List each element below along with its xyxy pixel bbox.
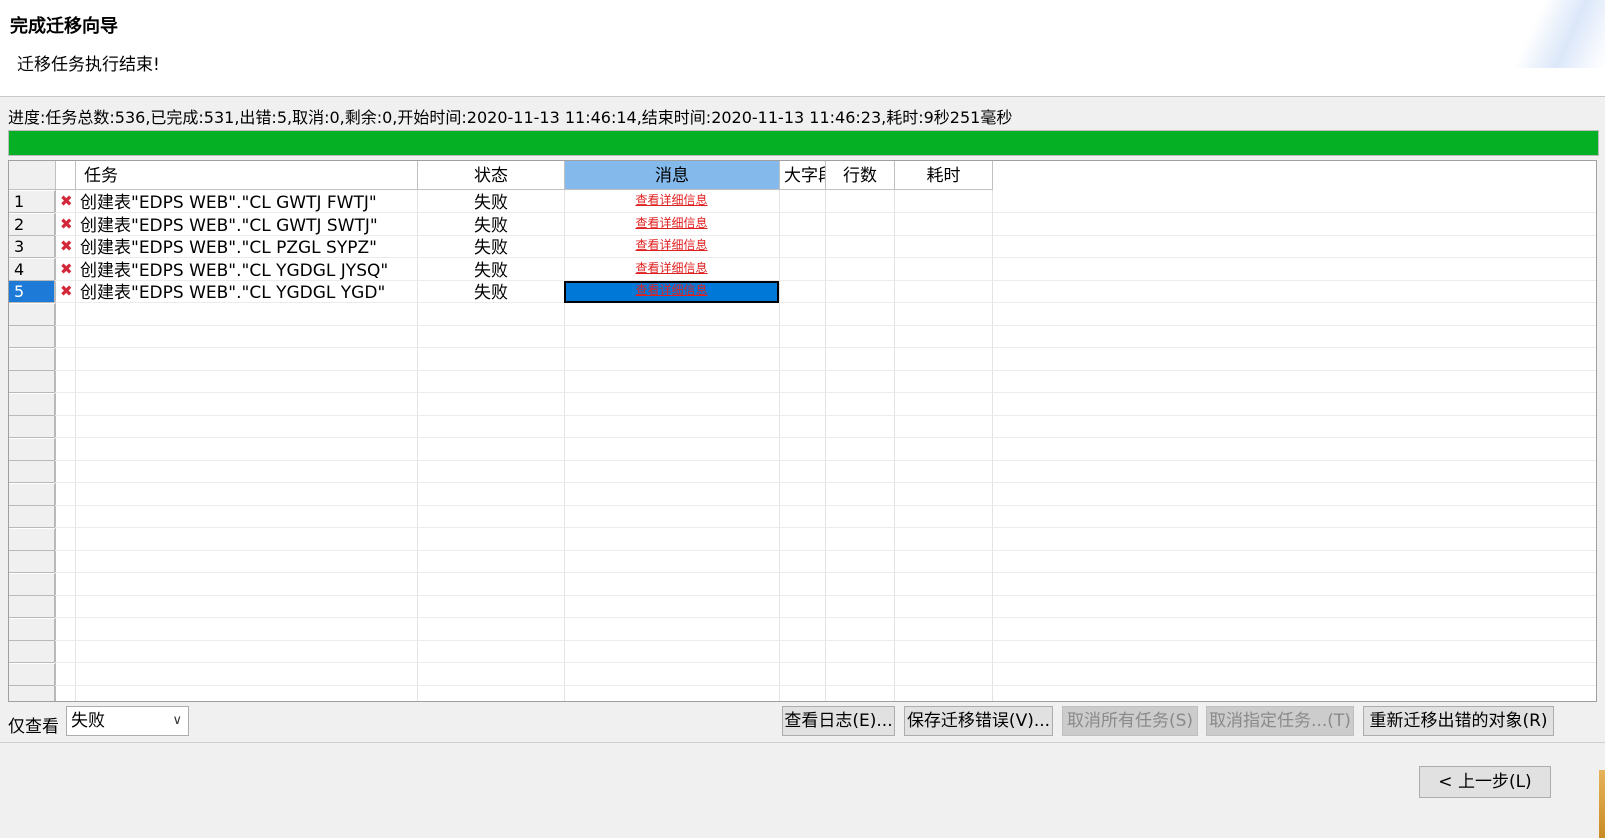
page-title: 完成迁移向导 xyxy=(10,16,118,37)
row-number[interactable] xyxy=(9,393,55,416)
retry-failed-objects-button[interactable]: 重新迁移出错的对象(R) xyxy=(1363,706,1554,736)
row-number[interactable] xyxy=(9,303,55,326)
empty-table-row[interactable] xyxy=(9,573,1596,596)
filter-select[interactable]: 失败 ∨ xyxy=(66,706,189,736)
error-x-icon: ✖ xyxy=(60,259,73,278)
row-number[interactable] xyxy=(9,686,55,701)
page-subtitle: 迁移任务执行结束! xyxy=(17,55,160,75)
row-number[interactable] xyxy=(9,573,55,596)
empty-table-row[interactable] xyxy=(9,348,1596,371)
empty-table-row[interactable] xyxy=(9,528,1596,551)
row-number[interactable]: 5 xyxy=(9,281,55,303)
row-number[interactable]: 2 xyxy=(9,213,55,236)
row-number[interactable] xyxy=(9,348,55,371)
status-cell: 失败 xyxy=(474,215,508,236)
table-row[interactable]: 1 ✖ 创建表"EDPS WEB"."CL GWTJ FWTJ" 失败 查看详细信息 xyxy=(9,191,1596,213)
task-cell: 创建表"EDPS WEB"."CL GWTJ FWTJ" xyxy=(80,193,377,213)
empty-table-row[interactable] xyxy=(9,551,1596,573)
row-number[interactable] xyxy=(9,438,55,461)
empty-table-row[interactable] xyxy=(9,663,1596,686)
filter-select-value: 失败 xyxy=(71,711,105,731)
view-details-link[interactable]: 查看详细信息 xyxy=(564,236,779,258)
task-cell: 创建表"EDPS WEB"."CL GWTJ SWTJ" xyxy=(80,215,378,236)
column-header-rows[interactable]: 行数 xyxy=(826,161,895,190)
view-log-button[interactable]: 查看日志(E)... xyxy=(782,706,895,736)
column-header-status[interactable]: 状态 xyxy=(418,161,565,190)
row-number[interactable] xyxy=(9,641,55,663)
table-row[interactable]: 2 ✖ 创建表"EDPS WEB"."CL GWTJ SWTJ" 失败 查看详细信息 xyxy=(9,213,1596,236)
view-details-link[interactable]: 查看详细信息 xyxy=(564,191,779,213)
row-number[interactable]: 3 xyxy=(9,236,55,258)
empty-table-row[interactable] xyxy=(9,416,1596,438)
row-number[interactable] xyxy=(9,416,55,438)
empty-table-row[interactable] xyxy=(9,393,1596,416)
column-header-time[interactable]: 耗时 xyxy=(895,161,993,190)
progress-bar xyxy=(8,130,1599,156)
cancel-all-tasks-button[interactable]: 取消所有任务(S) xyxy=(1062,706,1198,736)
status-cell: 失败 xyxy=(474,193,508,213)
status-cell: 失败 xyxy=(474,283,508,303)
progress-fill xyxy=(9,131,1598,155)
corner-header[interactable] xyxy=(9,161,56,190)
footer-divider xyxy=(0,742,1605,743)
row-number[interactable] xyxy=(9,528,55,551)
window-edge-decoration xyxy=(1599,770,1605,838)
row-number[interactable]: 4 xyxy=(9,258,55,281)
save-errors-button[interactable]: 保存迁移错误(V)... xyxy=(904,706,1053,736)
table-row[interactable]: 5 ✖ 创建表"EDPS WEB"."CL YGDGL YGD" 失败 查看详细信息 xyxy=(9,281,1596,303)
empty-table-row[interactable] xyxy=(9,461,1596,483)
row-number[interactable] xyxy=(9,483,55,506)
table-row[interactable]: 3 ✖ 创建表"EDPS WEB"."CL PZGL SYPZ" 失败 查看详细信息 xyxy=(9,236,1596,258)
error-x-icon: ✖ xyxy=(60,214,73,233)
progress-summary: 进度:任务总数:536,已完成:531,出错:5,取消:0,剩余:0,开始时间:… xyxy=(8,108,1013,127)
column-header-task[interactable]: 任务 xyxy=(76,161,418,190)
empty-table-row[interactable] xyxy=(9,641,1596,663)
wizard-header: 完成迁移向导 迁移任务执行结束! xyxy=(0,0,1605,97)
error-x-icon: ✖ xyxy=(60,237,73,255)
empty-table-row[interactable] xyxy=(9,618,1596,641)
row-number[interactable] xyxy=(9,551,55,573)
row-number[interactable] xyxy=(9,596,55,618)
icon-column-header[interactable] xyxy=(56,161,76,190)
chevron-down-icon[interactable]: ∨ xyxy=(172,707,182,735)
error-x-icon: ✖ xyxy=(60,192,73,210)
empty-table-row[interactable] xyxy=(9,596,1596,618)
filter-label: 仅查看 xyxy=(8,717,59,737)
back-button[interactable]: < 上一步(L) xyxy=(1419,766,1551,798)
column-header-message[interactable]: 消息 xyxy=(565,161,780,190)
row-number[interactable]: 1 xyxy=(9,191,55,213)
empty-table-row[interactable] xyxy=(9,303,1596,326)
empty-table-row[interactable] xyxy=(9,483,1596,506)
empty-table-row[interactable] xyxy=(9,438,1596,461)
empty-table-row[interactable] xyxy=(9,326,1596,348)
header-decoration xyxy=(1495,0,1605,68)
row-number[interactable] xyxy=(9,371,55,393)
row-number[interactable] xyxy=(9,618,55,641)
view-details-link[interactable]: 查看详细信息 xyxy=(564,214,779,236)
column-header-big-field[interactable]: 大字段 xyxy=(780,161,826,190)
table-row[interactable]: 4 ✖ 创建表"EDPS WEB"."CL YGDGL JYSQ" 失败 查看详细信息 xyxy=(9,258,1596,281)
empty-table-row[interactable] xyxy=(9,371,1596,393)
empty-table-row[interactable] xyxy=(9,686,1596,701)
status-cell: 失败 xyxy=(474,238,508,258)
empty-table-row[interactable] xyxy=(9,506,1596,528)
row-number[interactable] xyxy=(9,461,55,483)
task-grid[interactable]: 任务 状态 消息 大字段 行数 耗时 1 ✖ 创建表"EDPS WEB"."CL G… xyxy=(8,160,1597,702)
view-details-link[interactable]: 查看详细信息 xyxy=(564,259,779,281)
status-cell: 失败 xyxy=(474,260,508,281)
cancel-selected-tasks-button[interactable]: 取消指定任务...(T) xyxy=(1206,706,1354,736)
row-number[interactable] xyxy=(9,506,55,528)
task-cell: 创建表"EDPS WEB"."CL PZGL SYPZ" xyxy=(80,238,377,258)
error-x-icon: ✖ xyxy=(60,282,73,300)
view-details-link[interactable]: 查看详细信息 xyxy=(564,281,779,303)
row-number[interactable] xyxy=(9,326,55,348)
task-cell: 创建表"EDPS WEB"."CL YGDGL JYSQ" xyxy=(80,260,389,281)
row-number[interactable] xyxy=(9,663,55,686)
task-cell: 创建表"EDPS WEB"."CL YGDGL YGD" xyxy=(80,283,386,303)
